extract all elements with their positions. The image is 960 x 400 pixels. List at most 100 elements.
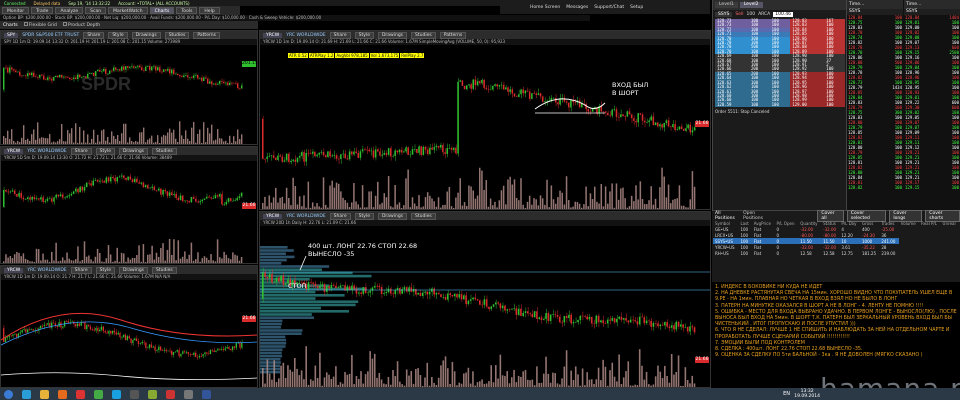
drawings-button[interactable]: Drawings — [377, 212, 408, 220]
chart-yrcw-5day[interactable]: YRCW YRC WORLDWIDE Share Style Drawings … — [0, 146, 258, 264]
candle-body — [657, 323, 659, 327]
chart-canvas[interactable] — [260, 45, 710, 209]
cover-longs-button[interactable]: Cover longs — [889, 209, 923, 222]
patterns-button[interactable]: Patterns — [193, 31, 220, 39]
volume-bar — [333, 187, 336, 209]
menu-analyze[interactable]: Analyze — [55, 7, 84, 14]
share-button[interactable]: Share — [70, 266, 92, 274]
order-price[interactable]: 100.46 — [773, 12, 794, 17]
chart-canvas[interactable]: SPDR — [1, 45, 257, 144]
share-button[interactable]: Share — [329, 31, 351, 39]
menu-scan[interactable]: Scan — [85, 7, 107, 14]
tab-all-positions[interactable]: All Positions — [715, 211, 740, 221]
tab-open-positions[interactable]: Open Positions — [743, 211, 774, 221]
candle-body — [3, 328, 5, 342]
menu-help[interactable]: Help — [199, 7, 220, 14]
candle-body — [280, 275, 282, 282]
symbol-field[interactable]: YRCW — [263, 213, 283, 219]
language-indicator[interactable]: EN — [783, 391, 790, 397]
style-button[interactable]: Style — [354, 31, 374, 39]
chart-yrcw-intraday[interactable]: YRCW YRC WORLDWIDE Share Style Drawings … — [259, 30, 711, 210]
volume-bar — [606, 385, 609, 387]
tab-level2[interactable]: Level2 — [739, 2, 763, 8]
candle-body — [113, 67, 115, 71]
chart-yrcw-volume-profile[interactable]: YRCW YRC WORLDWIDE Share Style Drawings … — [259, 211, 711, 388]
order-route[interactable]: ARCA — [758, 12, 770, 17]
studies-button[interactable]: Studies — [411, 31, 436, 39]
candle-body — [426, 291, 429, 295]
app-icon[interactable] — [148, 389, 157, 399]
system-clock[interactable]: 13:32 19.09.2014 — [794, 389, 820, 399]
chart-canvas[interactable] — [1, 161, 257, 263]
menu-charts[interactable]: Charts — [149, 7, 175, 14]
volume-bar — [205, 257, 208, 263]
cover-shorts-button[interactable]: Cover shorts — [925, 209, 960, 222]
app-icon[interactable] — [130, 389, 139, 399]
chart-canvas[interactable] — [1, 280, 257, 387]
chrome-icon[interactable] — [76, 389, 85, 399]
volume-bar — [583, 204, 585, 209]
candle-body — [292, 159, 294, 161]
candle-body — [6, 337, 8, 339]
positions-column-header[interactable]: Quantity — [798, 220, 821, 226]
studies-button[interactable]: Studies — [152, 266, 177, 274]
symbol-field[interactable]: YRCW — [263, 32, 283, 38]
app-icon[interactable] — [94, 389, 103, 399]
setup-link[interactable]: Setup — [630, 5, 643, 10]
media-icon[interactable] — [58, 389, 67, 399]
drawings-button[interactable]: Drawings — [377, 31, 408, 39]
tab-level1[interactable]: Level1 — [715, 2, 738, 8]
menu-trade[interactable]: Trade — [31, 7, 54, 14]
chart-yrcw-ma[interactable]: YRCW YRC WORLDWIDE Share Style Drawings … — [0, 265, 258, 388]
style-button[interactable]: Style — [95, 147, 115, 155]
positions-column-header[interactable]: P/L Day — [839, 220, 860, 226]
cover-selected-button[interactable]: Cover selected — [846, 209, 887, 222]
charts-tab[interactable]: Charts — [3, 23, 18, 28]
studies-button[interactable]: Studies — [164, 31, 190, 39]
symbol-field[interactable]: SPY — [4, 32, 19, 38]
product-depth-toggle[interactable]: Product Depth — [62, 22, 100, 28]
positions-column-header[interactable]: P/L Open — [775, 220, 799, 226]
studies-button[interactable]: Studies — [152, 147, 177, 155]
drawings-button[interactable]: Drawings — [118, 147, 149, 155]
support-chat-link[interactable]: Support/Chat — [594, 5, 624, 10]
volume-bar — [71, 128, 73, 144]
skype-icon[interactable] — [112, 389, 121, 399]
volume-bar — [147, 254, 149, 263]
drawings-button[interactable]: Drawings — [131, 31, 161, 39]
start-icon[interactable] — [4, 389, 13, 399]
menu-marketwatch[interactable]: MarketWatch — [108, 7, 148, 14]
style-button[interactable]: Style — [108, 31, 128, 39]
studies-button[interactable]: Studies — [411, 212, 436, 220]
share-button[interactable]: Share — [83, 31, 105, 39]
home-screen-link[interactable]: Home Screen — [530, 5, 560, 10]
candle-body — [661, 124, 663, 128]
app-icon[interactable] — [202, 389, 211, 399]
style-button[interactable]: Style — [95, 266, 115, 274]
share-button[interactable]: Share — [329, 212, 351, 220]
order-symbol[interactable]: SSYS — [715, 12, 733, 17]
patterns-button[interactable]: Patterns — [439, 31, 467, 39]
candle-body — [224, 348, 226, 350]
candle-body — [633, 118, 635, 121]
chart-spy[interactable]: SPY SPDR S&P500 ETF TRUST Share Style Dr… — [0, 30, 258, 145]
ie-icon[interactable] — [22, 389, 31, 399]
order-qty[interactable]: 100 — [746, 12, 755, 17]
messages-link[interactable]: Messages — [566, 5, 588, 10]
symbol-field[interactable]: YRCW — [4, 267, 24, 273]
menu-monitor[interactable]: Monitor — [2, 7, 30, 14]
position-row[interactable]: RH•US 100 Flat 0 12.58 12.58 12.75 181.25 239.00 — [713, 250, 959, 256]
volume-bar — [390, 206, 392, 209]
app-icon[interactable] — [184, 389, 193, 399]
flexible-grid-toggle[interactable]: Flexible Grid — [23, 22, 57, 28]
cover-all-button[interactable]: Cover all — [817, 209, 844, 222]
volume-bar — [618, 354, 620, 387]
drawings-button[interactable]: Drawings — [118, 266, 149, 274]
menu-tools[interactable]: Tools — [176, 7, 198, 14]
order-side[interactable]: Sell — [735, 12, 743, 17]
share-button[interactable]: Share — [70, 147, 92, 155]
style-button[interactable]: Style — [354, 212, 374, 220]
symbol-field[interactable]: YRCW — [4, 148, 24, 154]
app-icon[interactable] — [166, 389, 175, 399]
folder-icon[interactable] — [40, 389, 49, 399]
